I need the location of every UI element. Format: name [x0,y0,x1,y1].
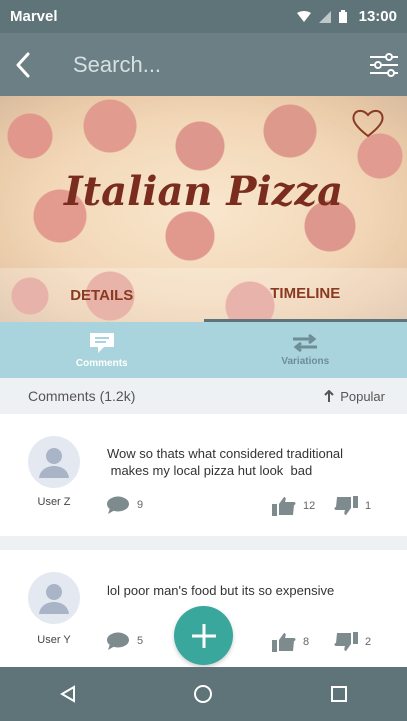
nav-home-button[interactable] [173,667,233,721]
reply-count: 9 [137,499,144,511]
nav-recents-button[interactable] [309,667,369,721]
dislike-count: 2 [365,636,372,648]
speech-bubble-icon [107,632,129,650]
signal-icon [318,10,331,23]
subtab-comments[interactable]: Comments [0,322,204,378]
sort-label: Popular [340,388,385,404]
sort-popular-button[interactable]: Popular [324,389,385,404]
dislike-button[interactable]: 2 [334,632,371,652]
system-nav-bar [0,667,407,721]
favorite-button[interactable] [351,108,385,138]
like-button[interactable]: 12 [272,496,315,516]
comment-text: lol poor man's food but its so expensive [107,583,335,598]
like-count: 8 [303,636,310,648]
comment-card: User Z Wow so thats what considered trad… [0,414,407,536]
subtab-variations[interactable]: Variations [204,322,407,378]
like-button[interactable]: 8 [272,632,309,652]
nav-back-button[interactable] [38,667,98,721]
thumbs-up-icon [272,633,296,652]
thumbs-down-icon [334,496,358,515]
subtab-comments-label: Comments [75,358,128,369]
avatar[interactable] [28,436,80,488]
thumbs-up-icon [272,497,296,516]
triangle-back-icon [59,685,75,703]
speech-bubble-icon [107,496,129,514]
reply-button[interactable]: 5 [106,632,143,650]
search-input[interactable] [46,51,361,78]
comments-header: Comments (1.2k) Popular [0,378,407,414]
user-silhouette-icon [39,448,69,478]
battery-icon [338,10,347,23]
dislike-count: 1 [365,500,372,512]
chevron-left-icon [16,52,30,77]
status-time: 13:00 [358,8,397,25]
back-button[interactable] [0,33,46,96]
dislike-button[interactable]: 1 [334,496,371,516]
comment-username[interactable]: User Z [22,496,86,508]
arrow-up-icon [324,390,334,402]
thumbs-down-icon [334,632,358,651]
avatar[interactable] [28,572,80,624]
sliders-icon [370,52,398,77]
square-recents-icon [331,686,348,702]
tab-timeline[interactable]: TIMELINE [203,268,407,322]
status-icons: 13:00 [296,8,397,25]
status-bar: Marvel 13:00 [0,0,407,33]
circle-home-icon [194,685,213,703]
heart-icon [352,109,384,138]
subtab-bar: Comments Variations [0,322,407,378]
comment-icon [89,333,114,353]
reply-button[interactable]: 9 [106,496,143,514]
tab-bar: DETAILS TIMELINE [0,268,407,322]
comments-count-title: Comments (1.2k) [28,388,136,404]
add-comment-button[interactable] [174,606,233,665]
comment-username[interactable]: User Y [22,634,86,646]
user-silhouette-icon [39,584,69,614]
swap-arrows-icon [293,333,318,353]
like-count: 12 [303,500,316,512]
comment-text: Wow so thats what considered traditional… [107,446,344,478]
wifi-icon [296,10,311,22]
carrier-name: Marvel [10,8,58,25]
recipe-title: Italian Pizza [63,168,344,215]
hero-banner: Italian Pizza DETAILS TIMELINE [0,96,407,322]
subtab-variations-label: Variations [281,356,330,367]
filter-button[interactable] [361,33,407,96]
search-toolbar [0,33,407,96]
plus-icon [191,623,216,648]
reply-count: 5 [137,635,144,647]
tab-details[interactable]: DETAILS [0,268,204,322]
